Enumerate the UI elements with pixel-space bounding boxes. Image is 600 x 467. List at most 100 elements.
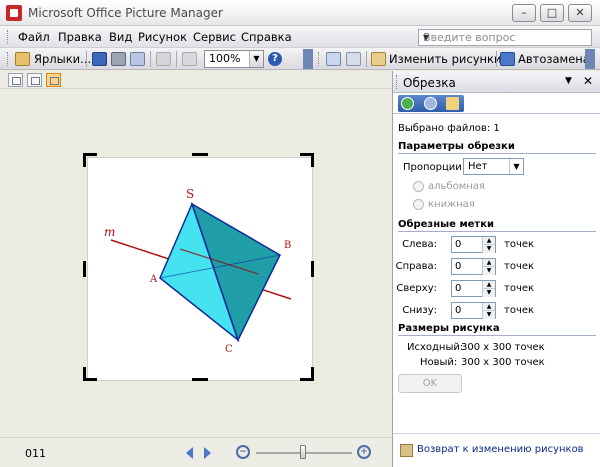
right-spinner[interactable]: 0 ▲ ▼ <box>451 258 496 275</box>
thumbnail-view-icon[interactable] <box>8 73 23 87</box>
divider <box>398 153 596 154</box>
left-spinner[interactable]: 0 ▲ ▼ <box>451 236 496 253</box>
label-s: S <box>186 187 194 201</box>
next-picture-icon[interactable] <box>204 447 211 459</box>
filmstrip-view-icon[interactable] <box>27 73 42 87</box>
spin-up-icon[interactable]: ▲ <box>482 237 495 245</box>
toolbar2-grip[interactable] <box>318 52 321 66</box>
close-button[interactable]: ✕ <box>568 4 592 22</box>
label-b: B <box>284 240 291 251</box>
view-mode-strip <box>0 71 392 89</box>
edit-pictures-button[interactable]: Изменить рисунки... <box>389 52 512 66</box>
crop-handle-top[interactable] <box>192 153 208 156</box>
crop-handle-bottom-left[interactable] <box>83 367 86 381</box>
chevron-down-icon[interactable]: ▼ <box>509 159 523 174</box>
menu-grip[interactable] <box>7 30 10 44</box>
single-picture-view-icon[interactable] <box>46 73 61 87</box>
app-icon <box>6 5 22 21</box>
chevron-down-icon[interactable]: ▼ <box>565 76 572 86</box>
toolbar: Ярлыки... 100% ▼ ? Изменить рисунки... А… <box>0 48 600 70</box>
menu-help[interactable]: Справка <box>241 30 292 44</box>
top-spinner[interactable]: 0 ▲ ▼ <box>451 280 496 297</box>
toolbar-overflow[interactable] <box>303 49 313 69</box>
menu-tools[interactable]: Сервис <box>193 30 236 44</box>
spin-up-icon[interactable]: ▲ <box>482 303 495 311</box>
toolbar2-overflow[interactable] <box>585 49 595 69</box>
toolbar-separator <box>86 51 87 67</box>
shortcuts-button[interactable]: Ярлыки... <box>34 52 91 66</box>
crop-handle-top-right[interactable] <box>311 153 314 167</box>
undo-icon[interactable] <box>182 52 197 66</box>
maximize-button[interactable]: □ <box>540 4 564 22</box>
crop-handle-bottom-right[interactable] <box>311 367 314 381</box>
toolbar-separator <box>496 51 497 67</box>
bottom-unit: точек <box>504 305 535 316</box>
zoom-in-icon[interactable]: + <box>357 445 371 459</box>
new-size-value: 300 x 300 точек <box>461 357 545 368</box>
spin-up-icon[interactable]: ▲ <box>482 281 495 289</box>
pane-header: Обрезка ▼ ✕ <box>393 71 600 93</box>
autocorrect-button[interactable]: Автозамена <box>518 52 590 66</box>
size-heading: Размеры рисунка <box>398 323 500 334</box>
toolbar-grip[interactable] <box>7 52 10 66</box>
chevron-down-icon[interactable]: ▼ <box>249 51 263 67</box>
edit-pictures-icon[interactable] <box>371 52 386 66</box>
crop-params-heading: Параметры обрезки <box>398 141 515 152</box>
spin-down-icon[interactable]: ▼ <box>482 289 495 297</box>
crop-task-pane: Обрезка ▼ ✕ Выбрано файлов: 1 Параметры … <box>392 71 600 467</box>
right-value: 0 <box>455 261 462 272</box>
menu-view[interactable]: Вид <box>109 30 132 44</box>
close-icon[interactable]: ✕ <box>583 74 593 88</box>
help-icon[interactable]: ? <box>268 52 282 66</box>
zoom-out-icon[interactable]: − <box>236 445 250 459</box>
spin-up-icon[interactable]: ▲ <box>482 259 495 267</box>
shortcuts-icon[interactable] <box>15 52 30 66</box>
back-icon[interactable] <box>401 97 414 110</box>
copy-icon[interactable] <box>156 52 171 66</box>
back-to-edit-row[interactable]: Возврат к изменению рисунков <box>393 433 600 467</box>
spin-down-icon[interactable]: ▼ <box>482 245 495 253</box>
left-unit: точек <box>504 239 535 250</box>
spin-down-icon[interactable]: ▼ <box>482 311 495 319</box>
print-icon[interactable] <box>111 52 126 66</box>
bottom-spinner[interactable]: 0 ▲ ▼ <box>451 302 496 319</box>
window-title: Microsoft Office Picture Manager <box>28 6 223 20</box>
crop-handle-left[interactable] <box>83 261 86 277</box>
pane-navigation <box>398 95 464 112</box>
title-bar: Microsoft Office Picture Manager – □ ✕ <box>0 0 600 26</box>
crop-handle-right[interactable] <box>311 261 314 277</box>
chevron-down-icon[interactable]: ▼ <box>423 33 589 42</box>
portrait-radio[interactable] <box>413 199 424 210</box>
zoom-slider-thumb[interactable] <box>300 445 306 459</box>
crop-handle-top-left[interactable] <box>83 153 86 167</box>
menu-picture[interactable]: Рисунок <box>138 30 187 44</box>
pane-grip[interactable] <box>396 75 399 89</box>
forward-icon[interactable] <box>424 97 437 110</box>
brightness-icon[interactable] <box>346 52 361 66</box>
crop-handle-bottom[interactable] <box>192 378 208 381</box>
previous-picture-icon[interactable] <box>186 447 193 459</box>
zoom-select[interactable]: 100% ▼ <box>204 50 264 68</box>
menu-edit[interactable]: Правка <box>58 30 102 44</box>
picture-count: 011 <box>25 447 46 460</box>
spin-down-icon[interactable]: ▼ <box>482 267 495 275</box>
home-icon[interactable] <box>446 97 459 110</box>
divider <box>393 113 600 114</box>
toolbar-separator <box>150 51 151 67</box>
ask-question-box[interactable]: Введите вопрос ▼ <box>418 29 592 46</box>
ratio-label: Пропорции: <box>403 162 466 173</box>
auto-contrast-icon[interactable] <box>326 52 341 66</box>
back-to-edit-link[interactable]: Возврат к изменению рисунков <box>417 444 584 455</box>
landscape-radio[interactable] <box>413 181 424 192</box>
autocorrect-icon[interactable] <box>500 52 515 66</box>
top-label: Сверху: <box>396 283 437 294</box>
ok-button[interactable]: OK <box>398 374 462 393</box>
divider <box>398 231 596 232</box>
menu-file[interactable]: Файл <box>18 30 50 44</box>
minimize-button[interactable]: – <box>512 4 536 22</box>
email-icon[interactable] <box>130 52 145 66</box>
pane-title: Обрезка <box>403 76 456 90</box>
label-a: A <box>149 274 158 285</box>
save-icon[interactable] <box>92 52 107 66</box>
ratio-select[interactable]: Нет ▼ <box>463 158 524 175</box>
